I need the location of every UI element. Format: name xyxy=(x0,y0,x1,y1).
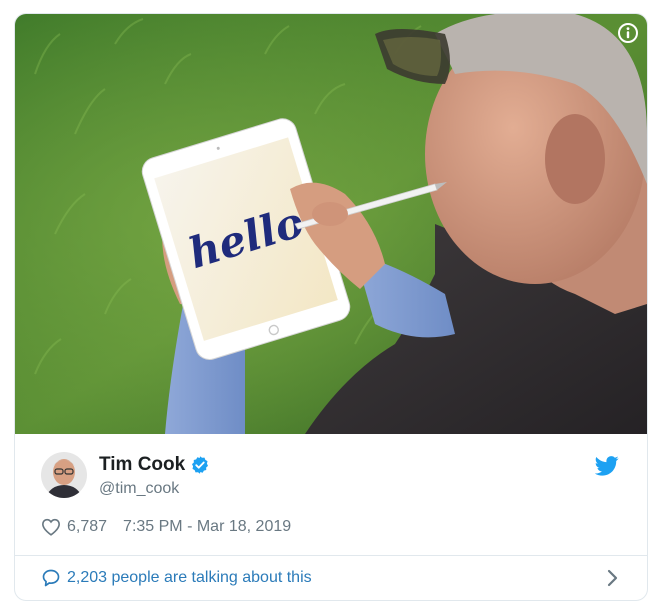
info-icon xyxy=(618,23,638,43)
tweet-photo[interactable]: hello xyxy=(15,14,647,434)
tweet-author[interactable]: Tim Cook @tim_cook xyxy=(41,452,631,508)
tweet-card[interactable]: hello Tim Cook @tim_cook 6,787 7:35 PM -… xyxy=(14,13,648,601)
tweet-timestamp[interactable]: 7:35 PM - Mar 18, 2019 xyxy=(123,518,291,536)
speech-bubble-icon xyxy=(42,569,60,587)
heart-icon xyxy=(41,518,61,536)
like-count[interactable]: 6,787 xyxy=(67,518,107,536)
avatar[interactable] xyxy=(41,452,87,498)
author-handle[interactable]: @tim_cook xyxy=(99,480,179,498)
verified-badge-icon xyxy=(192,456,209,474)
author-name[interactable]: Tim Cook xyxy=(99,454,185,476)
media-info-button[interactable] xyxy=(617,22,639,44)
twitter-logo-link[interactable] xyxy=(594,456,619,481)
conversation-link[interactable]: 2,203 people are talking about this xyxy=(15,556,647,600)
like-button[interactable] xyxy=(41,518,61,536)
tweet-metadata: 6,787 7:35 PM - Mar 18, 2019 xyxy=(41,518,291,536)
chevron-right-icon[interactable] xyxy=(605,569,619,592)
conversation-count-text[interactable]: 2,203 people are talking about this xyxy=(67,569,312,587)
twitter-bird-icon xyxy=(594,456,619,476)
